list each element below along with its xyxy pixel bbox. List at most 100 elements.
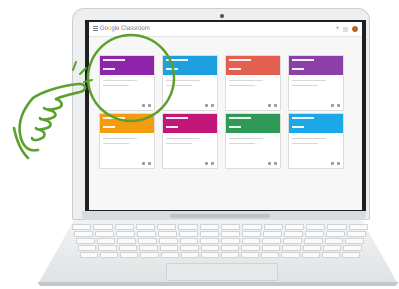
keyboard-key [74, 231, 93, 237]
hinge-strip [170, 214, 270, 218]
card-actions [331, 104, 340, 107]
keyboard-key [158, 238, 178, 244]
trend-icon[interactable] [205, 162, 208, 165]
class-card[interactable] [162, 113, 218, 169]
keyboard-key [72, 224, 92, 230]
menu-icon[interactable] [93, 26, 98, 31]
card-text-placeholder [292, 85, 318, 86]
keyboard-key [221, 231, 240, 237]
keyboard-key [220, 224, 241, 230]
keyboard-key [341, 252, 360, 258]
card-text-placeholder [103, 138, 137, 139]
keyboard-key [76, 238, 95, 244]
card-actions [268, 104, 277, 107]
trend-icon[interactable] [142, 104, 145, 107]
card-text-placeholder [229, 143, 255, 144]
trend-icon[interactable] [142, 162, 145, 165]
keyboard-key [221, 238, 240, 244]
keyboard-key [241, 238, 261, 244]
card-text-placeholder [166, 80, 200, 81]
keyboard-key [323, 245, 342, 251]
keyboard-key [220, 245, 240, 251]
folder-icon[interactable] [337, 162, 340, 165]
trend-icon[interactable] [268, 162, 271, 165]
class-card[interactable] [99, 55, 155, 111]
keyboard-key [114, 224, 134, 230]
app-header: Google Classroom + [89, 22, 362, 37]
class-card-header [289, 114, 343, 133]
camera-icon [220, 14, 224, 18]
class-title-placeholder [103, 117, 125, 119]
trend-icon[interactable] [268, 104, 271, 107]
keyboard-key [138, 238, 157, 244]
keyboard-key [159, 245, 179, 251]
keyboard-key [93, 224, 113, 230]
folder-icon[interactable] [337, 104, 340, 107]
keyboard-key [321, 252, 340, 258]
key-row [74, 231, 366, 237]
class-card[interactable] [99, 113, 155, 169]
folder-icon[interactable] [274, 104, 277, 107]
card-actions [268, 162, 277, 165]
class-card[interactable] [288, 55, 344, 111]
class-card-header [226, 56, 280, 75]
class-title-placeholder [166, 117, 188, 119]
trend-icon[interactable] [331, 162, 334, 165]
class-subtitle-placeholder [292, 126, 304, 128]
laptop-base-edge [38, 282, 398, 286]
class-card[interactable] [288, 113, 344, 169]
keyboard-key [262, 238, 282, 244]
card-text-placeholder [166, 138, 200, 139]
keyboard-key [347, 231, 366, 237]
keyboard-key [158, 231, 177, 237]
trend-icon[interactable] [205, 104, 208, 107]
keyboard-key [137, 231, 156, 237]
keyboard-key [139, 245, 158, 251]
keyboard-key [117, 238, 137, 244]
folder-icon[interactable] [148, 162, 151, 165]
key-row [72, 224, 368, 230]
trend-icon[interactable] [331, 104, 334, 107]
class-subtitle-placeholder [103, 126, 115, 128]
card-text-placeholder [292, 80, 326, 81]
keyboard-key [283, 238, 302, 244]
plus-icon[interactable]: + [335, 26, 339, 32]
folder-icon[interactable] [148, 104, 151, 107]
keyboard-key [345, 238, 365, 244]
keyboard-key [200, 245, 219, 251]
keyboard-key [242, 231, 261, 237]
folder-icon[interactable] [211, 104, 214, 107]
grid-icon[interactable] [343, 26, 348, 32]
keyboard-key [282, 245, 301, 251]
keyboard-key [302, 245, 322, 251]
logo-product-label: Classroom [121, 26, 150, 32]
class-card[interactable] [225, 55, 281, 111]
classroom-screen: Google Classroom + [89, 22, 362, 210]
keyboard [72, 224, 368, 260]
class-title-placeholder [229, 59, 251, 61]
folder-icon[interactable] [211, 162, 214, 165]
class-card[interactable] [225, 113, 281, 169]
class-card[interactable] [162, 55, 218, 111]
class-card-header [163, 56, 217, 75]
keyboard-key [241, 252, 260, 258]
keyboard-key [281, 252, 300, 258]
keyboard-key [348, 224, 368, 230]
card-text-placeholder [166, 143, 192, 144]
google-classroom-logo: Google Classroom [100, 26, 150, 32]
card-actions [142, 162, 151, 165]
keyboard-key [200, 238, 220, 244]
keyboard-key [179, 238, 199, 244]
folder-icon[interactable] [274, 162, 277, 165]
card-text-placeholder [292, 143, 318, 144]
avatar[interactable] [352, 26, 358, 32]
keyboard-key [157, 224, 177, 230]
class-card-header [100, 56, 154, 75]
keyboard-key [301, 252, 320, 258]
keyboard-key [199, 224, 219, 230]
keyboard-key [284, 224, 305, 230]
keyboard-key [116, 231, 135, 237]
keyboard-key [242, 224, 262, 230]
keyboard-key [327, 224, 347, 230]
card-text-placeholder [103, 80, 137, 81]
